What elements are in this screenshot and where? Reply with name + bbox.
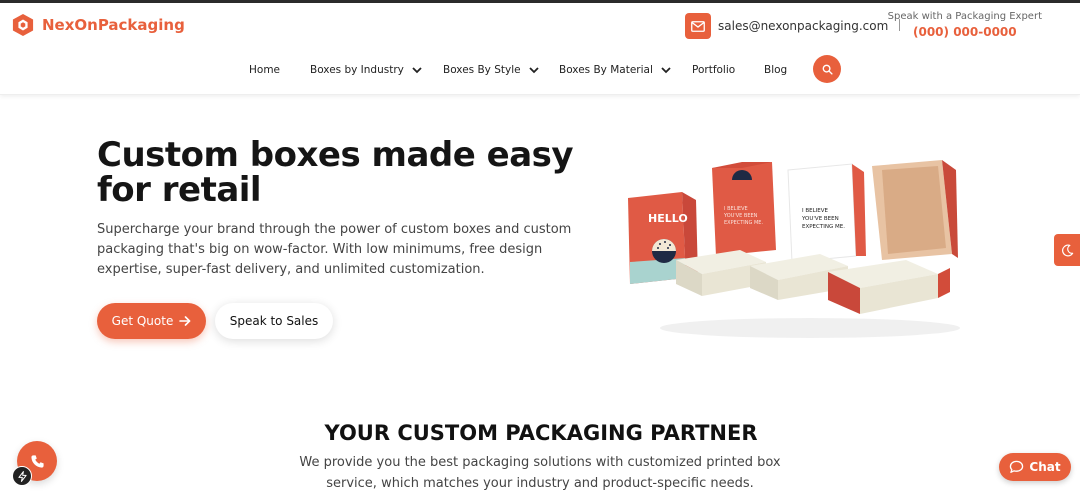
email-link[interactable]: sales@nexonpackaging.com	[718, 19, 888, 33]
svg-text:YOU'VE BEEN: YOU'VE BEEN	[723, 213, 758, 219]
chevron-down-icon	[528, 66, 539, 73]
chevron-down-icon	[412, 66, 422, 73]
svg-text:EXPECTING ME.: EXPECTING ME.	[724, 220, 763, 226]
nav-label: Boxes By Style	[443, 64, 521, 76]
get-quote-button[interactable]: Get Quote	[97, 303, 206, 339]
arrow-right-icon	[179, 316, 191, 326]
phone-number[interactable]: (000) 000-0000	[888, 25, 1042, 39]
svg-text:I BELIEVE: I BELIEVE	[724, 206, 748, 212]
moon-icon	[1061, 243, 1073, 256]
hero-boxes-image: HELLO I BELIEVE YOU'VE BEEN EXPECTING ME…	[628, 160, 960, 338]
main-nav: Home Boxes by Industry Boxes By Style Bo…	[0, 57, 1080, 85]
hello-text: HELLO	[648, 212, 688, 225]
section-description: We provide you the best packaging soluti…	[299, 455, 781, 491]
svg-text:EXPECTING ME.: EXPECTING ME.	[802, 224, 845, 230]
brand-name: NexOnPackaging	[42, 16, 185, 34]
chat-bubble-icon	[1010, 460, 1024, 473]
email-contact[interactable]: sales@nexonpackaging.com	[685, 13, 888, 39]
nav-label: Boxes By Material	[559, 64, 653, 76]
hero-description: Supercharge your brand through the power…	[97, 222, 572, 277]
dark-mode-toggle[interactable]	[1054, 234, 1080, 266]
phone-contact: Speak with a Packaging Expert (000) 000-…	[888, 11, 1042, 39]
speak-to-sales-label: Speak to Sales	[229, 314, 319, 328]
box-quote-text: I BELIEVE	[802, 208, 829, 214]
hero-title: Custom boxes made easy for retail	[97, 135, 574, 210]
speak-label: Speak with a Packaging Expert	[887, 11, 1042, 22]
nav-item-boxes-by-industry[interactable]: Boxes by Industry	[310, 64, 422, 76]
chat-label: Chat	[1029, 460, 1061, 474]
nav-item-boxes-by-style[interactable]: Boxes By Style	[443, 64, 539, 76]
bolt-badge[interactable]	[12, 466, 32, 486]
chat-button[interactable]: Chat	[999, 453, 1071, 481]
search-button[interactable]	[813, 55, 841, 83]
nav-label: Blog	[764, 64, 788, 76]
chevron-down-icon	[661, 66, 671, 73]
search-icon	[822, 64, 833, 75]
nav-label: Portfolio	[692, 64, 736, 76]
hexagon-logo-icon	[12, 14, 34, 36]
nav-item-home[interactable]: Home	[249, 64, 280, 76]
get-quote-label: Get Quote	[111, 314, 174, 328]
nav-item-portfolio[interactable]: Portfolio	[692, 64, 735, 76]
nav-item-boxes-by-material[interactable]: Boxes By Material	[559, 64, 671, 76]
speak-to-sales-button[interactable]: Speak to Sales	[215, 303, 333, 339]
nav-item-blog[interactable]: Blog	[764, 64, 787, 76]
nav-label: Boxes by Industry	[310, 64, 404, 76]
svg-text:YOU'VE BEEN: YOU'VE BEEN	[801, 216, 839, 222]
bolt-icon	[17, 470, 27, 482]
section-title: YOUR CUSTOM PACKAGING PARTNER	[324, 421, 758, 445]
mail-icon[interactable]	[685, 13, 711, 39]
nav-label: Home	[249, 64, 281, 76]
phone-icon	[30, 454, 44, 468]
logo[interactable]: NexOnPackaging	[12, 13, 185, 37]
